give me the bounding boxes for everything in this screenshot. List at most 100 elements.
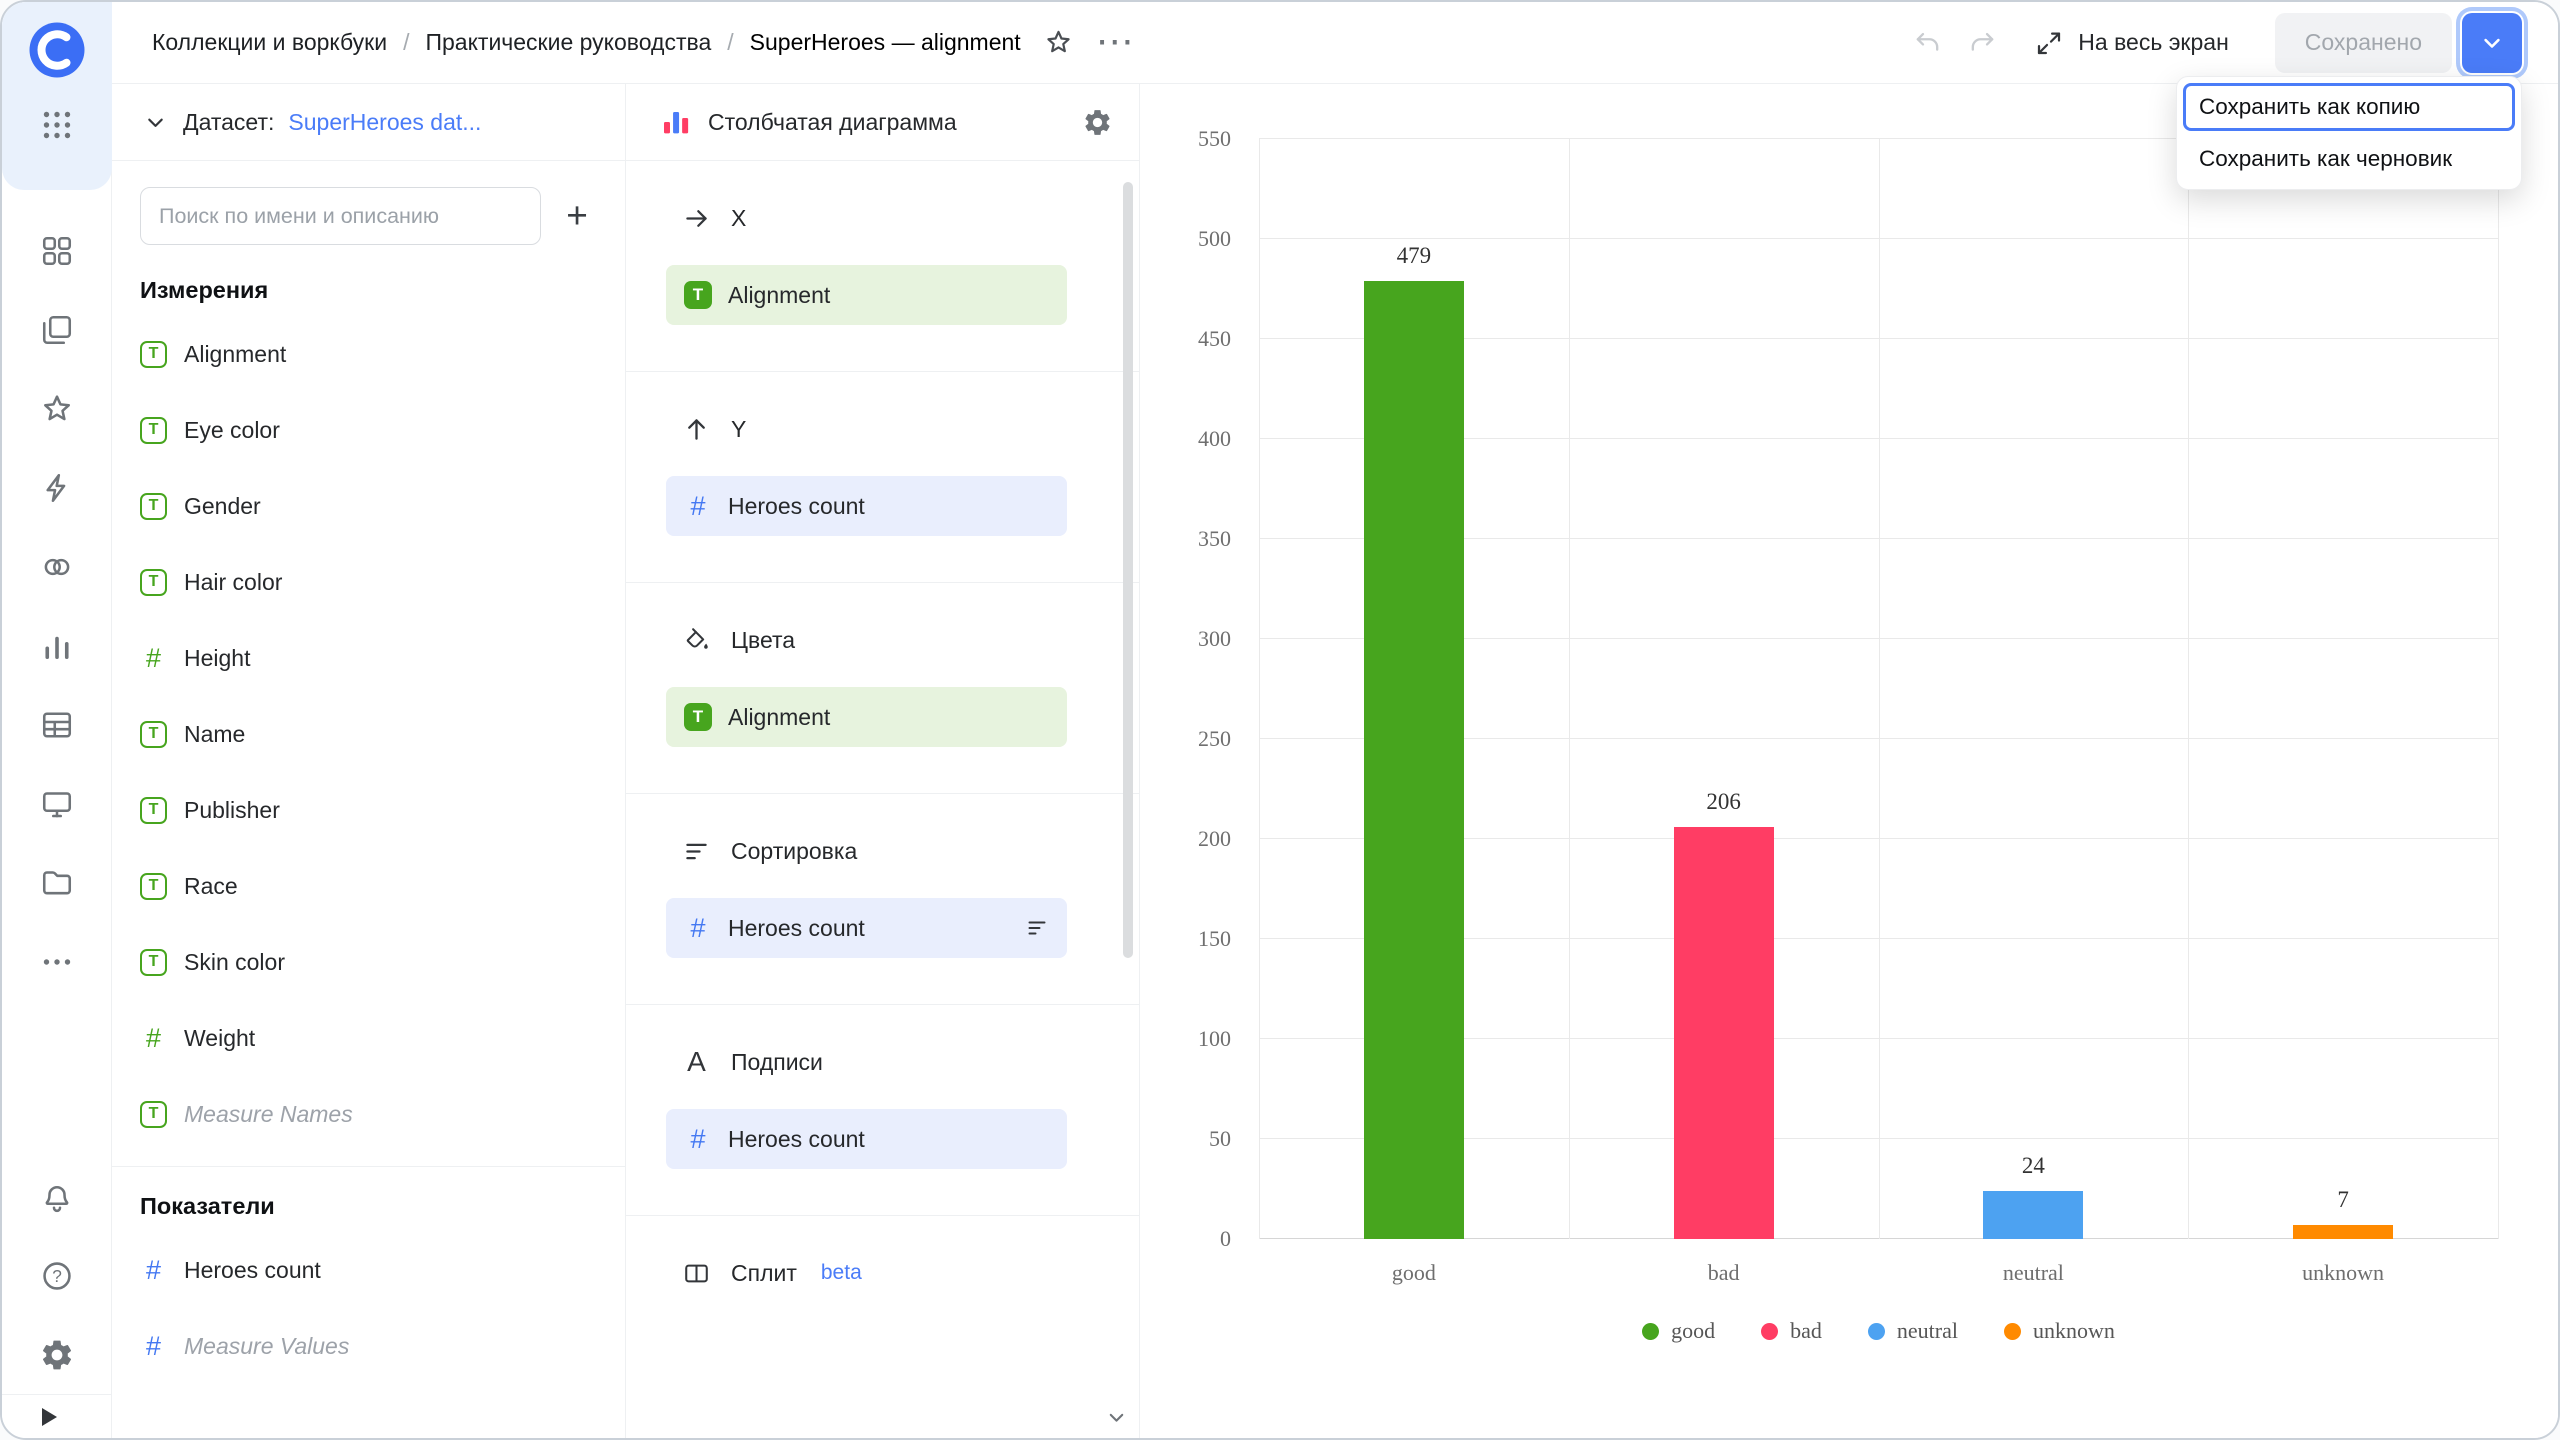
bar-neutral[interactable] — [1983, 1191, 2083, 1239]
field-label: Hair color — [184, 569, 282, 596]
bar-value-label: 24 — [2022, 1153, 2045, 1179]
text-field-icon: T — [140, 493, 167, 520]
notifications-bell-icon[interactable] — [29, 1174, 85, 1220]
dataset-label: Датасет: — [183, 109, 274, 136]
section-labels: A Подписи # Heroes count — [626, 1005, 1139, 1215]
redo-icon[interactable] — [1967, 27, 1998, 58]
settings-gear-icon[interactable] — [29, 1332, 85, 1378]
app-window: ? Коллекции и воркбуки/Практические руко… — [0, 0, 2560, 1440]
legend-label: bad — [1790, 1318, 1822, 1344]
chip-label: Heroes count — [728, 493, 865, 520]
split-icon — [682, 1259, 711, 1288]
legend-item[interactable]: bad — [1761, 1318, 1822, 1344]
text-field-icon: T — [140, 873, 167, 900]
more-nav-icon[interactable] — [29, 939, 85, 985]
text-field-icon: T — [684, 703, 712, 731]
field-label: Name — [184, 721, 245, 748]
dataset-name-link[interactable]: SuperHeroes dat... — [288, 109, 481, 136]
collections-icon[interactable] — [29, 307, 85, 353]
sort-direction-icon[interactable] — [1025, 916, 1049, 940]
field-row[interactable]: TRace — [112, 848, 625, 924]
x-tick-label: neutral — [1879, 1260, 2189, 1286]
field-row[interactable]: TAlignment — [112, 316, 625, 392]
field-row[interactable]: TPublisher — [112, 772, 625, 848]
bar-unknown[interactable] — [2293, 1225, 2393, 1239]
chart-type-label[interactable]: Столбчатая диаграмма — [708, 109, 1066, 136]
section-x-header: X — [626, 201, 1139, 235]
services-icon[interactable] — [29, 544, 85, 590]
legend-item[interactable]: unknown — [2004, 1318, 2115, 1344]
chart-preview-area: 050100150200250300350400450500550 479206… — [1141, 84, 2558, 1438]
undo-icon[interactable] — [1912, 27, 1943, 58]
y-tick-label: 50 — [1209, 1126, 1231, 1152]
config-scrollbar[interactable] — [1123, 182, 1133, 958]
add-field-button[interactable]: + — [551, 190, 603, 242]
field-row[interactable]: #Measure Values — [112, 1308, 625, 1384]
field-label: Skin color — [184, 949, 285, 976]
field-row[interactable]: THair color — [112, 544, 625, 620]
field-label: Weight — [184, 1025, 255, 1052]
breadcrumb-item[interactable]: SuperHeroes — alignment — [750, 29, 1021, 56]
save-menu-item[interactable]: Сохранить как копию — [2183, 83, 2515, 131]
number-field-icon: # — [684, 1124, 712, 1155]
saved-button[interactable]: Сохранено — [2275, 13, 2452, 73]
legend-dot — [1761, 1323, 1778, 1340]
storage-icon[interactable] — [29, 860, 85, 906]
text-field-icon: T — [140, 949, 167, 976]
labels-a-icon: A — [682, 1046, 711, 1078]
field-chip-sort[interactable]: # Heroes count — [666, 898, 1067, 958]
field-chip-labels[interactable]: # Heroes count — [666, 1109, 1067, 1169]
x-tick-label: good — [1259, 1260, 1569, 1286]
save-dropdown-button[interactable] — [2462, 13, 2522, 73]
fullscreen-button[interactable]: На весь экран — [2034, 28, 2229, 58]
field-row[interactable]: # Weight — [112, 1000, 625, 1076]
y-tick-label: 150 — [1198, 926, 1231, 952]
field-label: Height — [184, 645, 250, 672]
section-split-label: Сплит — [731, 1260, 797, 1287]
apps-grid-icon[interactable] — [29, 102, 85, 148]
field-row[interactable]: TGender — [112, 468, 625, 544]
field-chip-y[interactable]: # Heroes count — [666, 476, 1067, 536]
breadcrumb-item[interactable]: Практические руководства — [425, 29, 711, 56]
rail-nav — [29, 228, 85, 985]
dashboards-icon[interactable] — [29, 228, 85, 274]
save-menu-item[interactable]: Сохранить как черновик — [2183, 135, 2515, 183]
field-row[interactable]: TEye color — [112, 392, 625, 468]
field-search-input[interactable] — [140, 187, 541, 245]
field-chip-colors[interactable]: T Alignment — [666, 687, 1067, 747]
section-colors: Цвета T Alignment — [626, 583, 1139, 793]
legend-item[interactable]: good — [1642, 1318, 1715, 1344]
number-field-icon: # — [140, 1023, 167, 1054]
breadcrumb-item[interactable]: Коллекции и воркбуки — [152, 29, 387, 56]
more-actions-icon[interactable]: ⋯ — [1096, 33, 1134, 52]
plot: 479206247 — [1259, 139, 2498, 1239]
expand-panel-icon[interactable] — [42, 1408, 57, 1426]
fullscreen-icon — [2034, 28, 2064, 58]
charts-icon[interactable] — [29, 623, 85, 669]
field-row[interactable]: TName — [112, 696, 625, 772]
bar-bad[interactable] — [1674, 827, 1774, 1239]
chart-settings-gear-icon[interactable] — [1082, 107, 1113, 138]
field-label: Publisher — [184, 797, 280, 824]
editor-icon[interactable] — [29, 465, 85, 511]
favorite-star-icon[interactable] — [1043, 27, 1074, 58]
dataset-collapse-chevron-icon[interactable] — [142, 109, 169, 136]
field-row[interactable]: #Heroes count — [112, 1232, 625, 1308]
number-field-icon: # — [684, 491, 712, 522]
bar-chart-type-icon[interactable] — [660, 106, 692, 138]
bar-good[interactable] — [1364, 281, 1464, 1239]
dimensions-title: Измерения — [112, 253, 625, 316]
datalens-logo[interactable] — [27, 20, 87, 80]
datasets-icon[interactable] — [29, 702, 85, 748]
field-chip-x[interactable]: T Alignment — [666, 265, 1067, 325]
field-row[interactable]: T Skin color — [112, 924, 625, 1000]
scroll-down-chevron-icon[interactable] — [1104, 1405, 1129, 1430]
legend-item[interactable]: neutral — [1868, 1318, 1958, 1344]
favorites-icon[interactable] — [29, 386, 85, 432]
help-icon[interactable]: ? — [29, 1253, 85, 1299]
field-row[interactable]: TMeasure Names — [112, 1076, 625, 1152]
field-row[interactable]: #Height — [112, 620, 625, 696]
monitoring-icon[interactable] — [29, 781, 85, 827]
section-y-header: Y — [626, 412, 1139, 446]
config-panel-header: Столбчатая диаграмма — [626, 84, 1139, 161]
